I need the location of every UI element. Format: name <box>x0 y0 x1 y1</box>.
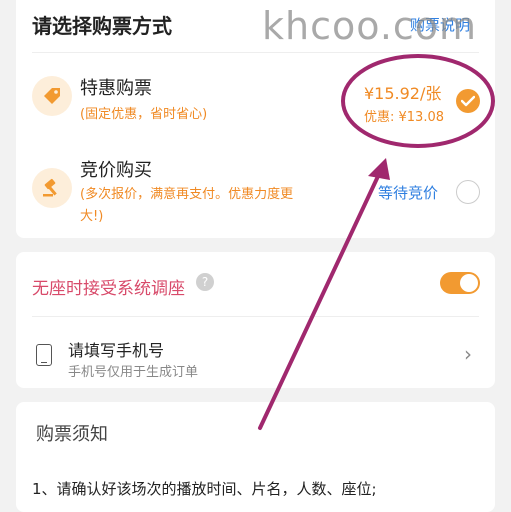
page-title: 请选择购票方式 <box>32 14 172 38</box>
option-bid-title: 竞价购买 <box>80 160 152 181</box>
notice-line-1: 1、请确认好该场次的播放时间、片名，人数、座位; <box>32 480 377 498</box>
settings-divider <box>32 316 479 317</box>
seat-adjust-toggle[interactable] <box>440 272 480 294</box>
chevron-right-icon[interactable]: › <box>464 342 472 366</box>
gavel-icon <box>32 168 72 208</box>
header-divider <box>32 52 479 53</box>
phone-field-label[interactable]: 请填写手机号 <box>68 337 164 361</box>
phone-icon <box>36 344 52 366</box>
phone-field-hint: 手机号仅用于生成订单 <box>68 365 199 380</box>
option-bid-subtitle-1: (多次报价，满意再支付。优惠力度更 <box>80 187 294 202</box>
watermark: khcoo.com <box>262 4 478 48</box>
option-special-subtitle: (固定优惠，省时省心) <box>80 107 208 122</box>
option-special-price: ¥15.92/张 <box>364 84 442 103</box>
notice-title: 购票须知 <box>36 424 108 445</box>
option-special-title: 特惠购票 <box>80 78 152 99</box>
check-icon <box>461 95 475 107</box>
toggle-knob <box>460 274 478 292</box>
option-special-discount: 优惠: ¥13.08 <box>364 110 444 125</box>
option-bid-status: 等待竞价 <box>378 184 439 202</box>
seat-adjust-label: 无座时接受系统调座 <box>32 279 185 299</box>
help-icon[interactable]: ? <box>196 273 214 291</box>
option-special-radio[interactable] <box>456 89 480 113</box>
tag-icon <box>32 76 72 116</box>
option-bid-radio[interactable] <box>456 180 480 204</box>
option-bid-subtitle-2: 大!) <box>80 209 104 224</box>
